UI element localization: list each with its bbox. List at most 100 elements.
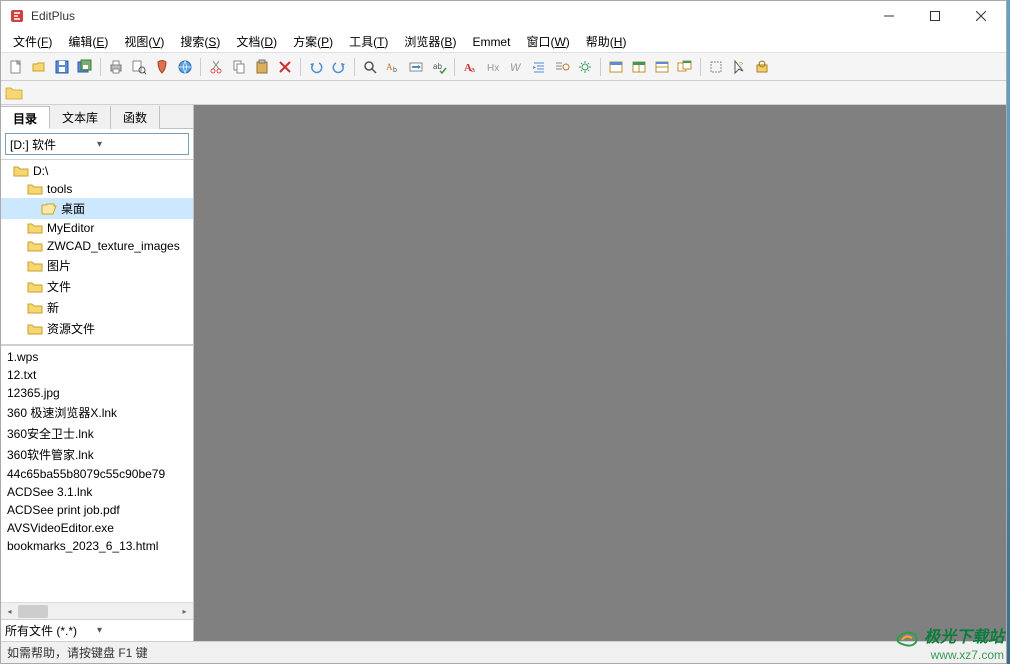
preferences-button[interactable]	[751, 56, 773, 78]
window-3-button[interactable]	[651, 56, 673, 78]
word-wrap-button[interactable]: W	[505, 56, 527, 78]
help-icon: ?	[731, 59, 747, 75]
help-button[interactable]: ?	[728, 56, 750, 78]
scroll-thumb[interactable]	[18, 605, 48, 618]
horizontal-scrollbar[interactable]: ◂ ▸	[1, 602, 193, 619]
menu-H[interactable]: 帮助(H)	[578, 31, 635, 52]
sidebar-tab-0[interactable]: 目录	[1, 106, 50, 129]
tree-item[interactable]: ZWCAD_texture_images	[1, 237, 193, 255]
folder-icon	[27, 221, 43, 235]
undo-button[interactable]	[305, 56, 327, 78]
folder-icon	[27, 259, 43, 273]
file-item[interactable]: 1.wps	[1, 348, 193, 366]
menu-F[interactable]: 文件(F)	[5, 31, 60, 52]
tree-item[interactable]: 新	[1, 297, 193, 318]
svg-text:?: ?	[739, 62, 743, 69]
preferences-icon	[754, 59, 770, 75]
delete-button[interactable]	[274, 56, 296, 78]
file-item[interactable]: ACDSee 3.1.lnk	[1, 483, 193, 501]
window-1-icon	[608, 59, 624, 75]
file-item[interactable]: 360 极速浏览器X.lnk	[1, 402, 193, 423]
settings-button[interactable]	[574, 56, 596, 78]
file-item[interactable]: AVSVideoEditor.exe	[1, 519, 193, 537]
find-button[interactable]	[359, 56, 381, 78]
sidebar-tab-1[interactable]: 文本库	[50, 106, 111, 129]
menu-S[interactable]: 搜索(S)	[172, 31, 228, 52]
maximize-button[interactable]	[912, 1, 958, 31]
menu-P[interactable]: 方案(P)	[285, 31, 341, 52]
folder-icon	[5, 85, 23, 101]
tree-item[interactable]: 图片	[1, 255, 193, 276]
window-3-icon	[654, 59, 670, 75]
file-item[interactable]: 360安全卫士.lnk	[1, 423, 193, 444]
toggle-marker-icon	[154, 59, 170, 75]
menu-D[interactable]: 文档(D)	[228, 31, 285, 52]
tree-item-label: 图片	[47, 257, 71, 274]
menu-V[interactable]: 视图(V)	[116, 31, 172, 52]
new-file-button[interactable]	[5, 56, 27, 78]
file-item[interactable]: 12.txt	[1, 366, 193, 384]
drive-selector[interactable]: [D:] 软件 ▾	[5, 133, 189, 155]
goto-button[interactable]	[405, 56, 427, 78]
tree-item-label: 桌面	[61, 200, 85, 217]
spell-check-button[interactable]: ab	[428, 56, 450, 78]
file-item[interactable]: 360软件管家.lnk	[1, 444, 193, 465]
copy-button[interactable]	[228, 56, 250, 78]
file-filter[interactable]: 所有文件 (*.*) ▾	[1, 619, 193, 641]
toolbar-separator	[700, 58, 701, 76]
toggle-marker-button[interactable]	[151, 56, 173, 78]
folder-icon	[27, 280, 43, 294]
cut-button[interactable]	[205, 56, 227, 78]
save-all-button[interactable]	[74, 56, 96, 78]
menu-T[interactable]: 工具(T)	[341, 31, 396, 52]
open-file-button[interactable]	[28, 56, 50, 78]
menu-W[interactable]: 窗口(W)	[518, 31, 577, 52]
close-button[interactable]	[958, 1, 1004, 31]
tree-item-label: D:\	[33, 164, 48, 178]
window-2-button[interactable]	[628, 56, 650, 78]
scroll-right-button[interactable]: ▸	[176, 603, 193, 620]
svg-text:Hx: Hx	[487, 63, 499, 74]
toolbar-separator	[300, 58, 301, 76]
folder-icon	[27, 182, 43, 196]
paste-button[interactable]	[251, 56, 273, 78]
browser-preview-button[interactable]	[174, 56, 196, 78]
folder-icon	[27, 239, 43, 253]
scroll-track[interactable]	[18, 603, 176, 620]
window-4-button[interactable]	[674, 56, 696, 78]
tree-item[interactable]: 资源文件	[1, 318, 193, 339]
svg-text:a: a	[471, 67, 475, 74]
font-settings-button[interactable]: Aa	[459, 56, 481, 78]
app-icon	[9, 8, 25, 24]
menu-E[interactable]: 编辑(E)	[60, 31, 116, 52]
save-file-button[interactable]	[51, 56, 73, 78]
cursor-mode-button[interactable]	[705, 56, 727, 78]
tree-item[interactable]: MyEditor	[1, 219, 193, 237]
tree-item[interactable]: 文件	[1, 276, 193, 297]
tree-item[interactable]: D:\	[1, 162, 193, 180]
print-preview-button[interactable]	[128, 56, 150, 78]
tree-item[interactable]: tools	[1, 180, 193, 198]
file-item[interactable]: bookmarks_2023_6_13.html	[1, 537, 193, 555]
file-item[interactable]: 44c65ba55b8079c55c90be79	[1, 465, 193, 483]
menu-8[interactable]: Emmet	[464, 33, 518, 51]
folder-tree: D:\ tools 桌面 MyEditorZWCAD_texture_images 图片…	[1, 159, 193, 345]
print-button[interactable]	[105, 56, 127, 78]
scroll-left-button[interactable]: ◂	[1, 603, 18, 620]
redo-button[interactable]	[328, 56, 350, 78]
window-2-icon	[631, 59, 647, 75]
heading-button[interactable]: Hx	[482, 56, 504, 78]
chevron-down-icon: ▾	[97, 625, 189, 636]
file-item[interactable]: 12365.jpg	[1, 384, 193, 402]
window-1-button[interactable]	[605, 56, 627, 78]
menubar: 文件(F)编辑(E)视图(V)搜索(S)文档(D)方案(P)工具(T)浏览器(B…	[1, 31, 1006, 53]
replace-button[interactable]: Ab	[382, 56, 404, 78]
addressbar[interactable]	[1, 81, 1006, 105]
outdent-button[interactable]	[551, 56, 573, 78]
menu-B[interactable]: 浏览器(B)	[396, 31, 464, 52]
indent-button[interactable]	[528, 56, 550, 78]
minimize-button[interactable]	[866, 1, 912, 31]
sidebar-tab-2[interactable]: 函数	[111, 106, 160, 129]
file-item[interactable]: ACDSee print job.pdf	[1, 501, 193, 519]
tree-item[interactable]: 桌面	[1, 198, 193, 219]
